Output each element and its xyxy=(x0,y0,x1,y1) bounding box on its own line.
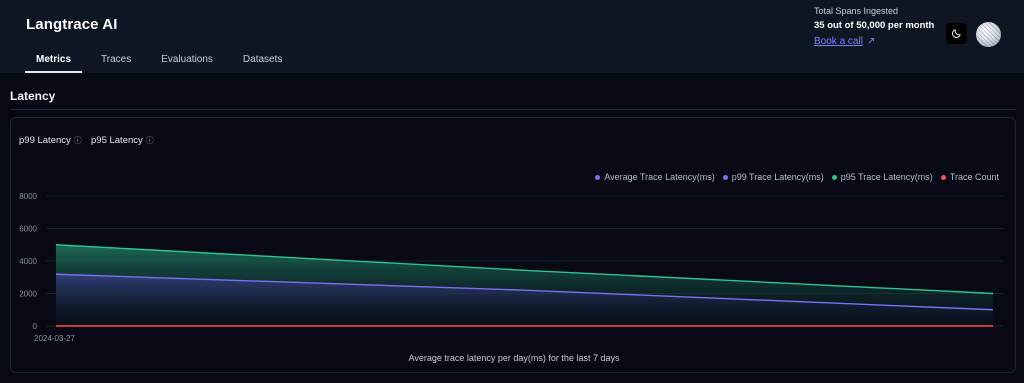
legend-item[interactable]: p95 Trace Latency(ms) xyxy=(831,172,933,182)
external-arrow-icon: ↗ xyxy=(866,36,876,47)
section-divider xyxy=(10,109,1016,110)
usage-panel: Total Spans Ingested 35 out of 50,000 pe… xyxy=(814,6,934,49)
nav-tabs: Metrics Traces Evaluations Datasets xyxy=(25,51,301,73)
user-avatar[interactable] xyxy=(976,22,1001,47)
theme-toggle-button[interactable] xyxy=(946,23,967,44)
moon-icon xyxy=(952,29,961,38)
latency-card: p99 Latency ⓘ p95 Latency ⓘ 0 2000 4000 6000 8… xyxy=(10,117,1016,373)
legend-item[interactable]: Trace Count xyxy=(940,172,999,182)
book-call-link[interactable]: Book a call xyxy=(814,36,863,47)
legend-label: p99 Trace Latency(ms) xyxy=(731,172,824,182)
tab-datasets[interactable]: Datasets xyxy=(232,51,293,73)
tab-traces[interactable]: Traces xyxy=(90,51,142,73)
latency-chart: 0 2000 4000 6000 8000 2024-03-27 xyxy=(19,192,1003,343)
usage-label: Total Spans Ingested xyxy=(814,6,899,16)
legend-label: Average Trace Latency(ms) xyxy=(604,172,715,182)
usage-count: 35 out of 50,000 per month xyxy=(814,20,935,31)
section-title: Latency xyxy=(10,89,56,103)
y-tick-label: 0 xyxy=(33,322,38,331)
y-tick-label: 6000 xyxy=(19,225,37,234)
legend-dot xyxy=(595,174,601,180)
legend-dot xyxy=(722,174,728,180)
x-tick-label: 2024-03-27 xyxy=(34,334,75,343)
legend-label: Trace Count xyxy=(949,172,999,182)
tab-evaluations[interactable]: Evaluations xyxy=(150,51,224,73)
legend-dot xyxy=(940,174,946,180)
legend-item[interactable]: Average Trace Latency(ms) xyxy=(595,172,715,182)
tab-metrics[interactable]: Metrics xyxy=(25,51,83,73)
chart-legend: Average Trace Latency(ms) p99 Trace Laten… xyxy=(587,172,999,182)
legend-label: p95 Trace Latency(ms) xyxy=(840,172,933,182)
legend-item[interactable]: p99 Trace Latency(ms) xyxy=(722,172,824,182)
top-header: Langtrace AI Metrics Traces Evaluations … xyxy=(0,0,1024,73)
brand-title[interactable]: Langtrace AI xyxy=(26,16,118,33)
chart-caption: Average trace latency per day(ms) for th… xyxy=(408,353,620,363)
y-tick-label: 2000 xyxy=(19,290,37,299)
y-tick-label: 4000 xyxy=(19,257,37,266)
legend-dot xyxy=(831,174,837,180)
y-tick-label: 8000 xyxy=(19,192,37,201)
